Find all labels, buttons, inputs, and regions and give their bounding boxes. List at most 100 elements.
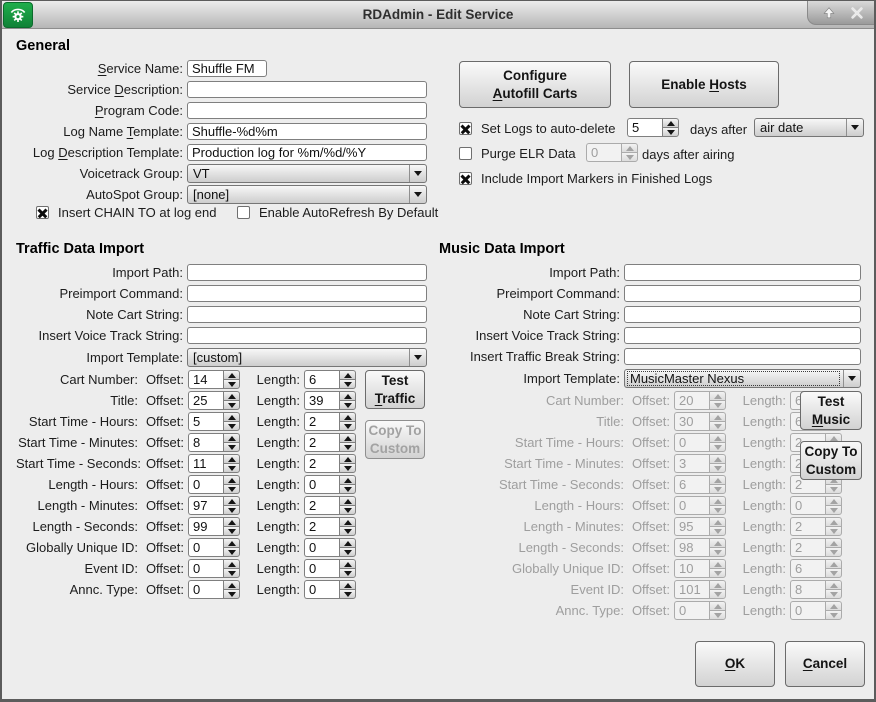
length-value[interactable]: 0 (304, 475, 339, 494)
length-value[interactable]: 39 (304, 391, 339, 410)
spin-up-button[interactable] (339, 370, 356, 379)
import-text-input[interactable] (187, 264, 427, 281)
spin-down-button[interactable] (339, 379, 356, 389)
spin-down-button[interactable] (339, 463, 356, 473)
length-value[interactable]: 6 (304, 370, 339, 389)
auto-delete-days-value[interactable]: 5 (627, 118, 662, 137)
length-value[interactable]: 0 (304, 580, 339, 599)
length-spinbox[interactable]: 39 (304, 391, 356, 410)
spin-up-button[interactable] (223, 559, 240, 568)
log-description-template-input[interactable] (187, 144, 427, 161)
length-value[interactable]: 2 (304, 433, 339, 452)
offset-value[interactable]: 14 (188, 370, 223, 389)
spin-up-button[interactable] (339, 517, 356, 526)
length-value[interactable]: 2 (304, 496, 339, 515)
offset-value[interactable]: 5 (188, 412, 223, 431)
air-date-select[interactable]: air date (754, 118, 864, 137)
offset-value[interactable]: 99 (188, 517, 223, 536)
length-spinbox[interactable]: 0 (304, 475, 356, 494)
spin-down-button[interactable] (339, 505, 356, 515)
import-text-input[interactable] (187, 306, 427, 323)
titlebar[interactable]: RDAdmin - Edit Service (2, 1, 874, 29)
service-name-input[interactable] (187, 60, 267, 77)
close-window-button[interactable] (848, 4, 866, 22)
spin-down-button[interactable] (339, 442, 356, 452)
length-value[interactable]: 2 (304, 412, 339, 431)
offset-spinbox[interactable]: 99 (188, 517, 240, 536)
spin-up-button[interactable] (223, 538, 240, 547)
music-copy-to-custom-button[interactable]: Copy To Custom (800, 441, 862, 480)
spin-down-button[interactable] (223, 463, 240, 473)
import-text-input[interactable] (624, 285, 861, 302)
length-spinbox[interactable]: 0 (304, 580, 356, 599)
import-text-input[interactable] (624, 327, 861, 344)
length-spinbox[interactable]: 2 (304, 517, 356, 536)
offset-spinbox[interactable]: 0 (188, 580, 240, 599)
spin-down-button[interactable] (223, 589, 240, 599)
spin-down-button[interactable] (223, 547, 240, 557)
length-value[interactable]: 0 (304, 538, 339, 557)
offset-spinbox[interactable]: 25 (188, 391, 240, 410)
spin-down-button[interactable] (339, 484, 356, 494)
spin-down-button[interactable] (339, 589, 356, 599)
spin-up-button[interactable] (339, 496, 356, 505)
spin-up-button[interactable] (339, 538, 356, 547)
program-code-input[interactable] (187, 102, 427, 119)
spin-up-button[interactable] (223, 412, 240, 421)
import-text-input[interactable] (624, 264, 861, 281)
spin-down-button[interactable] (339, 526, 356, 536)
spin-up-button[interactable] (662, 118, 679, 127)
length-spinbox[interactable]: 2 (304, 454, 356, 473)
length-spinbox[interactable]: 0 (304, 538, 356, 557)
spin-up-button[interactable] (223, 517, 240, 526)
configure-autofill-carts-button[interactable]: Configure Autofill Carts (459, 61, 611, 108)
test-music-button[interactable]: Test Music (800, 391, 862, 430)
length-value[interactable]: 2 (304, 454, 339, 473)
spin-up-button[interactable] (339, 412, 356, 421)
offset-value[interactable]: 0 (188, 475, 223, 494)
offset-spinbox[interactable]: 0 (188, 559, 240, 578)
import-text-input[interactable] (624, 306, 861, 323)
import-text-input[interactable] (187, 285, 427, 302)
spin-up-button[interactable] (223, 370, 240, 379)
length-spinbox[interactable]: 2 (304, 433, 356, 452)
spin-down-button[interactable] (223, 379, 240, 389)
spin-down-button[interactable] (223, 421, 240, 431)
spin-up-button[interactable] (223, 496, 240, 505)
auto-delete-days-spinbox[interactable]: 5 (627, 118, 679, 137)
spin-up-button[interactable] (339, 391, 356, 400)
spin-down-button[interactable] (339, 400, 356, 410)
offset-spinbox[interactable]: 11 (188, 454, 240, 473)
spin-down-button[interactable] (339, 421, 356, 431)
spin-down-button[interactable] (339, 547, 356, 557)
offset-spinbox[interactable]: 8 (188, 433, 240, 452)
import-text-input[interactable] (187, 327, 427, 344)
offset-value[interactable]: 8 (188, 433, 223, 452)
offset-spinbox[interactable]: 0 (188, 475, 240, 494)
autorefresh-checkbox[interactable] (237, 206, 250, 219)
service-description-input[interactable] (187, 81, 427, 98)
spin-down-button[interactable] (223, 526, 240, 536)
length-spinbox[interactable]: 2 (304, 496, 356, 515)
music-import-template-select[interactable]: MusicMaster Nexus (624, 369, 861, 388)
offset-value[interactable]: 11 (188, 454, 223, 473)
spin-up-button[interactable] (223, 475, 240, 484)
spin-down-button[interactable] (223, 442, 240, 452)
autospot-group-select[interactable]: [none] (187, 185, 427, 204)
length-spinbox[interactable]: 0 (304, 559, 356, 578)
spin-up-button[interactable] (339, 559, 356, 568)
length-spinbox[interactable]: 6 (304, 370, 356, 389)
import-markers-checkbox[interactable] (459, 172, 472, 185)
spin-down-button[interactable] (339, 568, 356, 578)
offset-spinbox[interactable]: 5 (188, 412, 240, 431)
voicetrack-group-select[interactable]: VT (187, 164, 427, 183)
auto-delete-checkbox[interactable] (459, 122, 472, 135)
spin-down-button[interactable] (223, 568, 240, 578)
offset-value[interactable]: 0 (188, 580, 223, 599)
spin-down-button[interactable] (223, 400, 240, 410)
spin-down-button[interactable] (223, 505, 240, 515)
purge-elr-checkbox[interactable] (459, 147, 472, 160)
spin-up-button[interactable] (339, 433, 356, 442)
import-text-input[interactable] (624, 348, 861, 365)
length-spinbox[interactable]: 2 (304, 412, 356, 431)
